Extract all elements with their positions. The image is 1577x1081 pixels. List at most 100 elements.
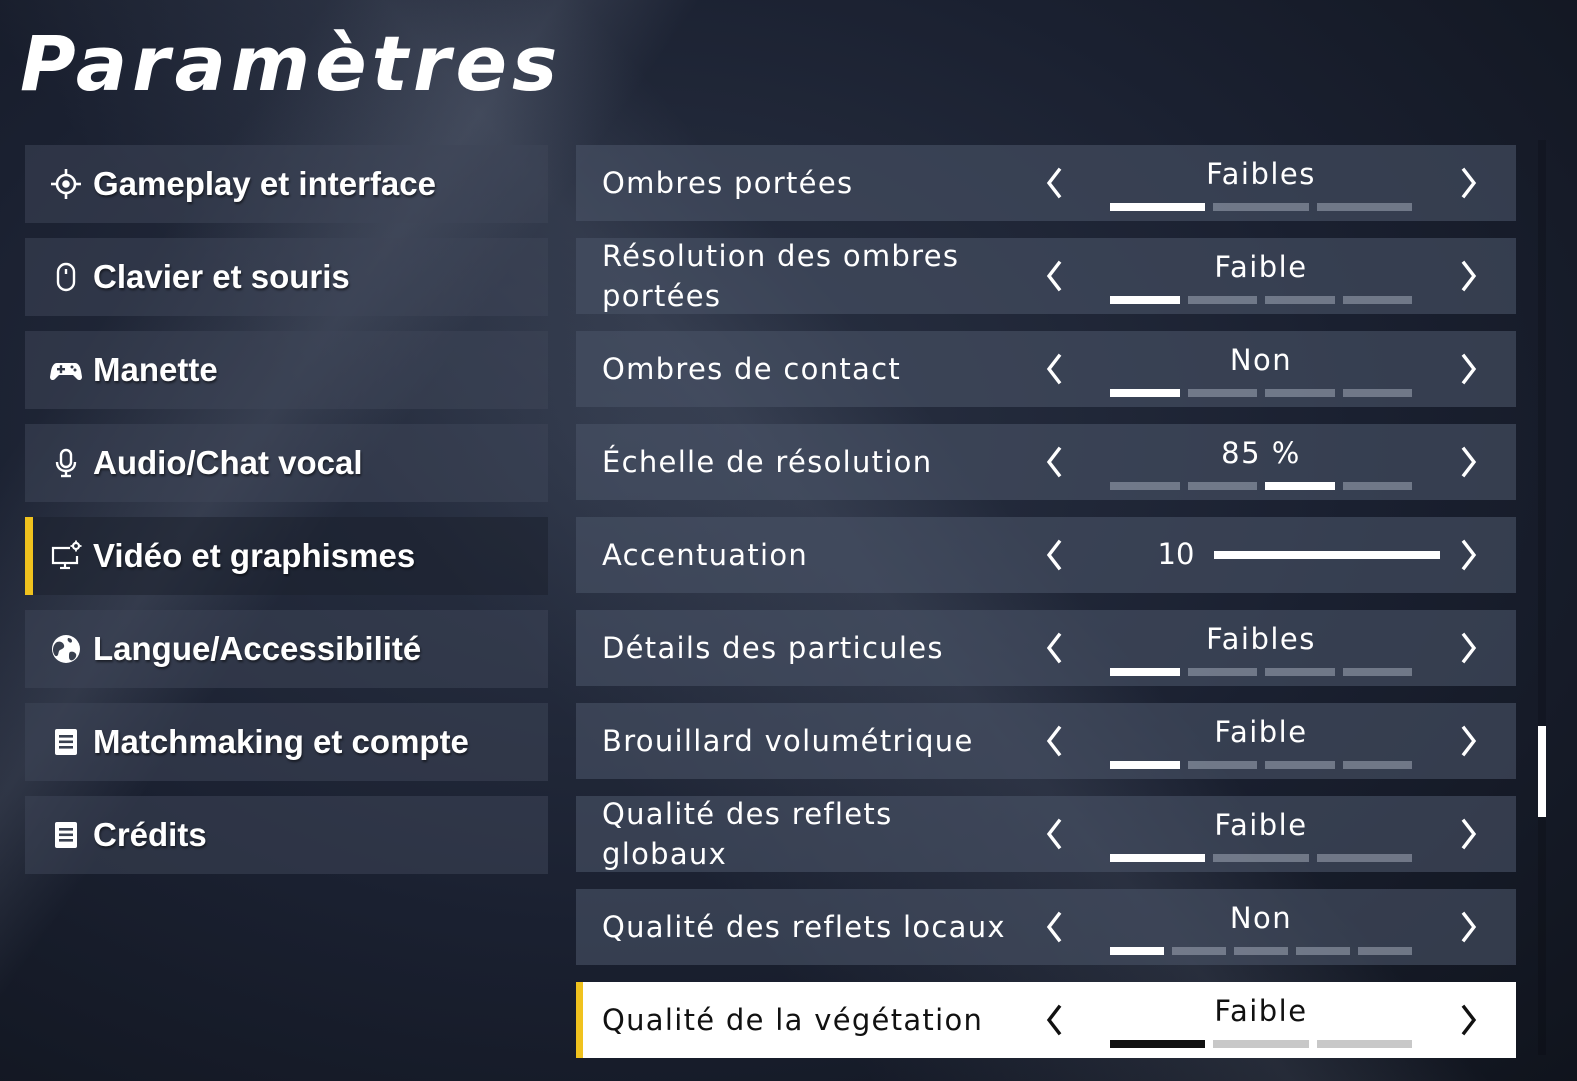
chevron-left-icon[interactable] xyxy=(1037,722,1071,760)
setting-row-qualite-des-reflets-globaux[interactable]: Qualité des reflets globaux Faible xyxy=(576,796,1516,872)
chevron-right-icon[interactable] xyxy=(1452,815,1486,853)
chevron-right-icon[interactable] xyxy=(1452,164,1486,202)
chevron-left-icon[interactable] xyxy=(1037,1001,1071,1039)
level-segment xyxy=(1187,668,1257,676)
level-segment xyxy=(1265,389,1335,397)
level-segment xyxy=(1296,947,1350,955)
chevron-left-icon[interactable] xyxy=(1037,908,1071,946)
settings-list: Ombres portées Faibles Résolution des ombr… xyxy=(576,145,1516,1075)
chevron-left-icon[interactable] xyxy=(1037,443,1071,481)
level-segment xyxy=(1213,1040,1309,1048)
level-segment xyxy=(1187,761,1257,769)
setting-label: Accentuation xyxy=(602,538,809,572)
level-indicator xyxy=(1110,854,1412,862)
setting-row-accentuation[interactable]: Accentuation 10 xyxy=(576,517,1516,593)
setting-row-brouillard-volumetrique[interactable]: Brouillard volumétrique Faible xyxy=(576,703,1516,779)
sidebar-item-clavier-et-souris[interactable]: Clavier et souris xyxy=(25,238,548,316)
setting-row-details-des-particules[interactable]: Détails des particules Faibles xyxy=(576,610,1516,686)
level-segment xyxy=(1342,668,1412,676)
chevron-right-icon[interactable] xyxy=(1452,536,1486,574)
setting-label: Qualité de la végétation xyxy=(602,1003,984,1037)
slider-track[interactable] xyxy=(1214,551,1440,559)
level-segment xyxy=(1358,947,1412,955)
page-title: Paramètres xyxy=(20,19,563,108)
chevron-left-icon[interactable] xyxy=(1037,815,1071,853)
level-segment xyxy=(1342,389,1412,397)
sidebar-item-label: Clavier et souris xyxy=(93,258,350,295)
chevron-right-icon[interactable] xyxy=(1452,722,1486,760)
mouse-icon xyxy=(49,260,83,294)
level-segment xyxy=(1342,761,1412,769)
level-indicator xyxy=(1110,482,1412,490)
sidebar-item-matchmaking-et-compte[interactable]: Matchmaking et compte xyxy=(25,703,548,781)
chevron-right-icon[interactable] xyxy=(1452,257,1486,295)
chevron-left-icon[interactable] xyxy=(1037,350,1071,388)
level-segment xyxy=(1342,482,1412,490)
level-segment xyxy=(1110,761,1180,769)
level-indicator xyxy=(1110,668,1412,676)
level-segment xyxy=(1265,482,1335,490)
setting-label: Qualité des reflets globaux xyxy=(602,797,893,871)
sidebar-item-langue-accessibilite[interactable]: Langue/Accessibilité xyxy=(25,610,548,688)
level-segment xyxy=(1110,854,1206,862)
setting-row-resolution-des-ombres-portees[interactable]: Résolution des ombres portées Faible xyxy=(576,238,1516,314)
crosshair-icon xyxy=(49,167,83,201)
level-segment xyxy=(1110,296,1180,304)
level-indicator xyxy=(1110,389,1412,397)
setting-value: Faible xyxy=(1214,250,1308,284)
setting-row-ombres-portees[interactable]: Ombres portées Faibles xyxy=(576,145,1516,221)
level-indicator xyxy=(1110,947,1412,955)
setting-row-echelle-de-resolution[interactable]: Échelle de résolution 85 % xyxy=(576,424,1516,500)
document-icon xyxy=(49,818,83,852)
monitor-gear-icon xyxy=(49,539,83,573)
slider-fill xyxy=(1214,551,1440,559)
setting-row-ombres-de-contact[interactable]: Ombres de contact Non xyxy=(576,331,1516,407)
level-indicator xyxy=(1110,761,1412,769)
chevron-right-icon[interactable] xyxy=(1452,443,1486,481)
chevron-right-icon[interactable] xyxy=(1452,1001,1486,1039)
gamepad-icon xyxy=(49,353,83,387)
sidebar-item-gameplay-et-interface[interactable]: Gameplay et interface xyxy=(25,145,548,223)
chevron-right-icon[interactable] xyxy=(1452,908,1486,946)
sidebar-item-audio-chat-vocal[interactable]: Audio/Chat vocal xyxy=(25,424,548,502)
setting-label: Brouillard volumétrique xyxy=(602,724,974,758)
slider-value: 10 xyxy=(1157,537,1195,571)
setting-value: 85 % xyxy=(1221,436,1301,470)
chevron-right-icon[interactable] xyxy=(1452,350,1486,388)
level-segment xyxy=(1110,947,1164,955)
setting-label: Résolution des ombres portées xyxy=(602,239,960,313)
sidebar-item-manette[interactable]: Manette xyxy=(25,331,548,409)
level-indicator xyxy=(1110,296,1412,304)
level-segment xyxy=(1265,296,1335,304)
sidebar-item-credits[interactable]: Crédits xyxy=(25,796,548,874)
level-segment xyxy=(1187,389,1257,397)
level-segment xyxy=(1316,203,1412,211)
document-icon xyxy=(49,725,83,759)
setting-label: Détails des particules xyxy=(602,631,944,665)
setting-row-qualite-des-reflets-locaux[interactable]: Qualité des reflets locaux Non xyxy=(576,889,1516,965)
level-segment xyxy=(1187,296,1257,304)
chevron-left-icon[interactable] xyxy=(1037,536,1071,574)
setting-value: Faible xyxy=(1214,808,1308,842)
setting-value: Faibles xyxy=(1206,157,1316,191)
settings-scrollbar[interactable] xyxy=(1538,140,1546,1055)
level-segment xyxy=(1234,947,1288,955)
chevron-left-icon[interactable] xyxy=(1037,164,1071,202)
level-segment xyxy=(1110,1040,1206,1048)
level-indicator xyxy=(1110,1040,1412,1048)
scrollbar-thumb[interactable] xyxy=(1538,725,1546,818)
level-segment xyxy=(1110,668,1180,676)
level-segment xyxy=(1316,854,1412,862)
setting-value: Non xyxy=(1229,343,1293,377)
setting-row-qualite-de-la-vegetation[interactable]: Qualité de la végétation Faible xyxy=(576,982,1516,1058)
level-segment xyxy=(1110,203,1206,211)
sidebar-item-label: Gameplay et interface xyxy=(93,165,436,202)
globe-icon xyxy=(49,632,83,666)
sidebar-item-video-et-graphismes[interactable]: Vidéo et graphismes xyxy=(25,517,548,595)
setting-label: Qualité des reflets locaux xyxy=(602,910,1006,944)
chevron-left-icon[interactable] xyxy=(1037,257,1071,295)
setting-value: Faibles xyxy=(1206,622,1316,656)
chevron-right-icon[interactable] xyxy=(1452,629,1486,667)
level-segment xyxy=(1110,482,1180,490)
chevron-left-icon[interactable] xyxy=(1037,629,1071,667)
